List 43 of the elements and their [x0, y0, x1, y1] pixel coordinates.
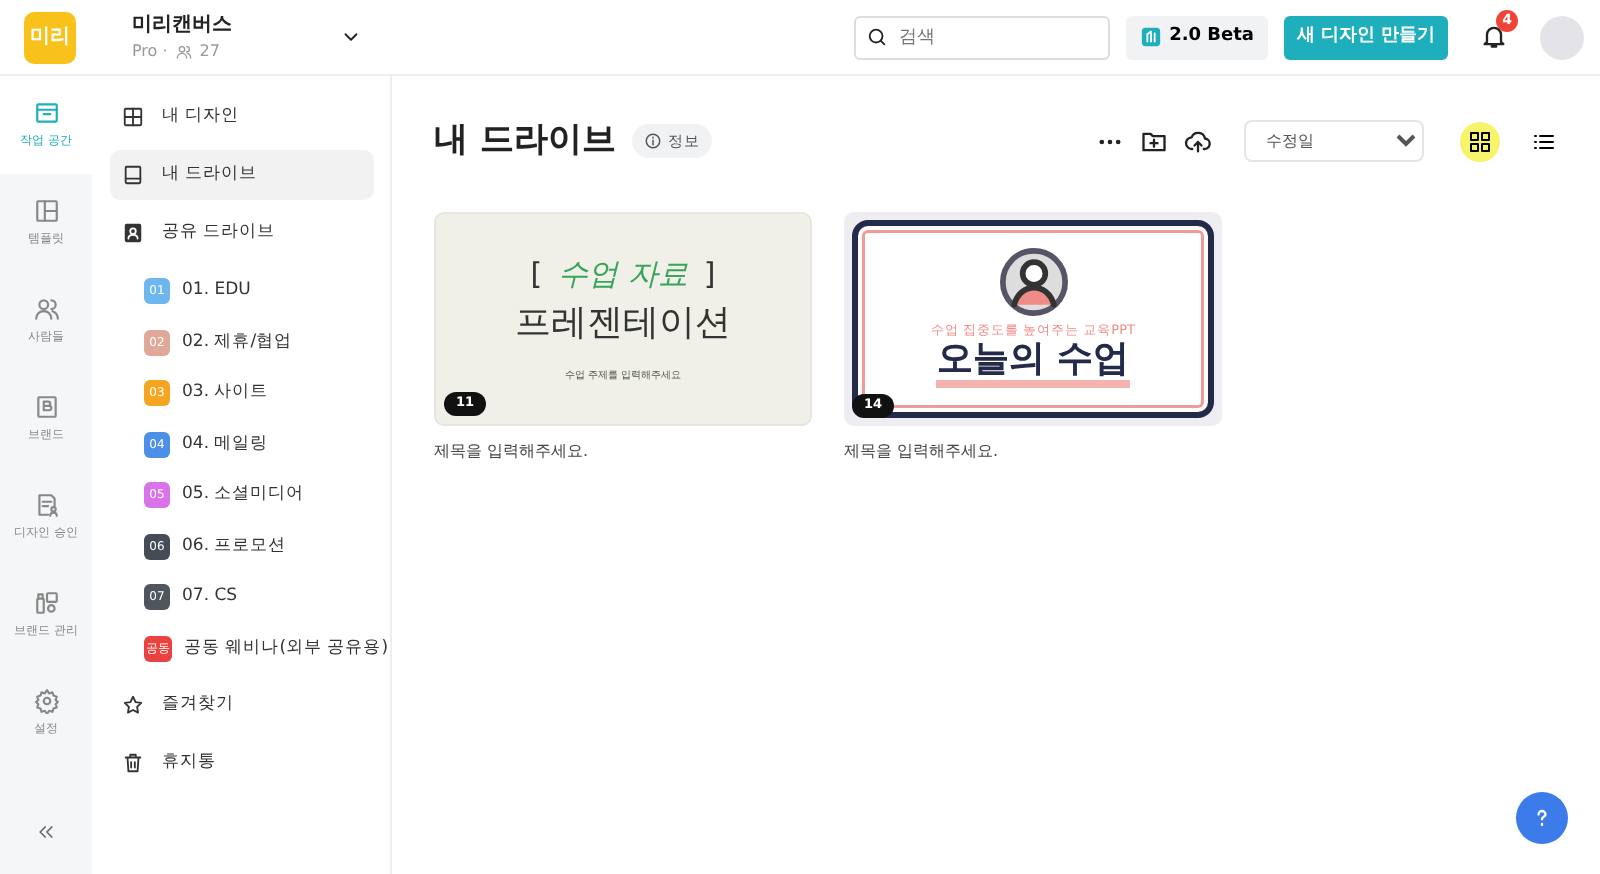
trash-icon: [122, 752, 144, 774]
drive-icon: [122, 164, 144, 186]
contact-card-icon: [122, 222, 144, 244]
person-silhouette-icon: [999, 247, 1067, 316]
cloud-upload-icon[interactable]: [1184, 127, 1212, 156]
app-logo-icon: [1139, 26, 1162, 48]
people-icon: [33, 296, 59, 322]
list-view-icon: [1532, 129, 1556, 154]
letter-b-icon: [33, 394, 59, 420]
slide-headline: 오늘의 수업: [936, 340, 1130, 389]
view-toggle[interactable]: [1460, 121, 1500, 162]
slide-heading-bracket: [: [530, 253, 543, 295]
slide-heading-bracket: ]: [703, 253, 716, 295]
design-title: 제목을 입력해주세요.: [434, 439, 591, 463]
bell-icon[interactable]: [1480, 22, 1508, 51]
sort-dropdown[interactable]: 수정일: [1244, 120, 1424, 163]
sidebar-item[interactable]: 내 드라이브: [110, 150, 374, 200]
sidebar-item[interactable]: 휴지통: [110, 738, 374, 788]
plan-label: Pro ·: [132, 40, 168, 64]
settings-icon: [33, 688, 59, 714]
sidebar-item[interactable]: 즐겨찾기: [110, 680, 374, 730]
collapse-icon[interactable]: [36, 822, 56, 842]
sidebar-item[interactable]: 공유 드라이브: [110, 208, 374, 258]
design-title: 제목을 입력해주세요.: [844, 439, 1001, 463]
slide-heading-accent: 수업 자료: [558, 253, 688, 295]
sidebar-item[interactable]: 내 디자인: [110, 92, 374, 142]
grid-view-icon: [1468, 129, 1492, 154]
page-title: 내 드라이브: [434, 118, 616, 164]
layout-grid-icon: [122, 106, 144, 128]
beta-button[interactable]: 2.0 Beta: [1125, 15, 1268, 59]
archive-icon: [33, 100, 59, 126]
help-button[interactable]: [1516, 792, 1568, 844]
brand-kit-icon: [33, 590, 59, 616]
slide-headline: 프레젠테이션: [515, 300, 731, 348]
people-icon: [175, 44, 192, 60]
workspace-name: 미리캔버스: [132, 12, 232, 40]
star-icon: [122, 694, 144, 716]
layout-icon: [33, 198, 59, 224]
member-count: 27: [199, 40, 220, 64]
info-icon: [643, 132, 662, 151]
document-person-icon: [33, 492, 59, 518]
new-folder-icon[interactable]: [1140, 127, 1168, 156]
search-field[interactable]: 검색: [853, 15, 1110, 59]
